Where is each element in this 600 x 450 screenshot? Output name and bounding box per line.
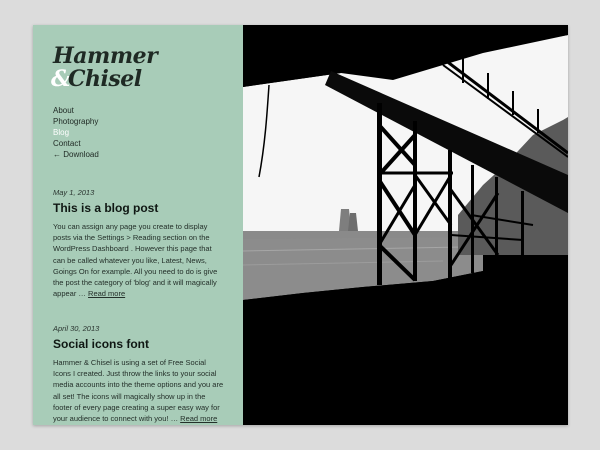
post-date: April 30, 2013 xyxy=(53,324,100,333)
post-title[interactable]: Social icons font xyxy=(53,337,225,351)
logo-text-chisel: Chisel xyxy=(68,66,142,92)
blog-post: April 30, 2013 Social icons font Hammer … xyxy=(53,324,225,424)
nav-item-about[interactable]: About xyxy=(53,105,99,116)
hero-photo xyxy=(243,25,568,425)
post-excerpt: Hammer & Chisel is using a set of Free S… xyxy=(53,357,225,424)
blog-post: May 1, 2013 This is a blog post You can … xyxy=(53,188,225,299)
main-nav: About Photography Blog Contact ← Downloa… xyxy=(53,105,99,160)
post-excerpt-text: You can assign any page you create to di… xyxy=(53,222,218,299)
post-excerpt: You can assign any page you create to di… xyxy=(53,221,225,299)
post-title[interactable]: This is a blog post xyxy=(53,201,225,215)
read-more-link[interactable]: Read more xyxy=(88,289,125,298)
nav-item-download[interactable]: ← Download xyxy=(53,149,99,160)
nav-item-blog[interactable]: Blog xyxy=(53,127,99,138)
nav-item-contact[interactable]: Contact xyxy=(53,138,99,149)
bridge-photo-illustration xyxy=(243,25,568,425)
post-date: May 1, 2013 xyxy=(53,188,95,197)
read-more-link[interactable]: Read more xyxy=(180,414,217,423)
sidebar: Hammer & Chisel About Photography Blog C… xyxy=(33,25,243,425)
site-logo[interactable]: Hammer & Chisel xyxy=(51,43,161,95)
browser-viewport: Hammer & Chisel About Photography Blog C… xyxy=(33,25,568,425)
nav-item-photography[interactable]: Photography xyxy=(53,116,99,127)
